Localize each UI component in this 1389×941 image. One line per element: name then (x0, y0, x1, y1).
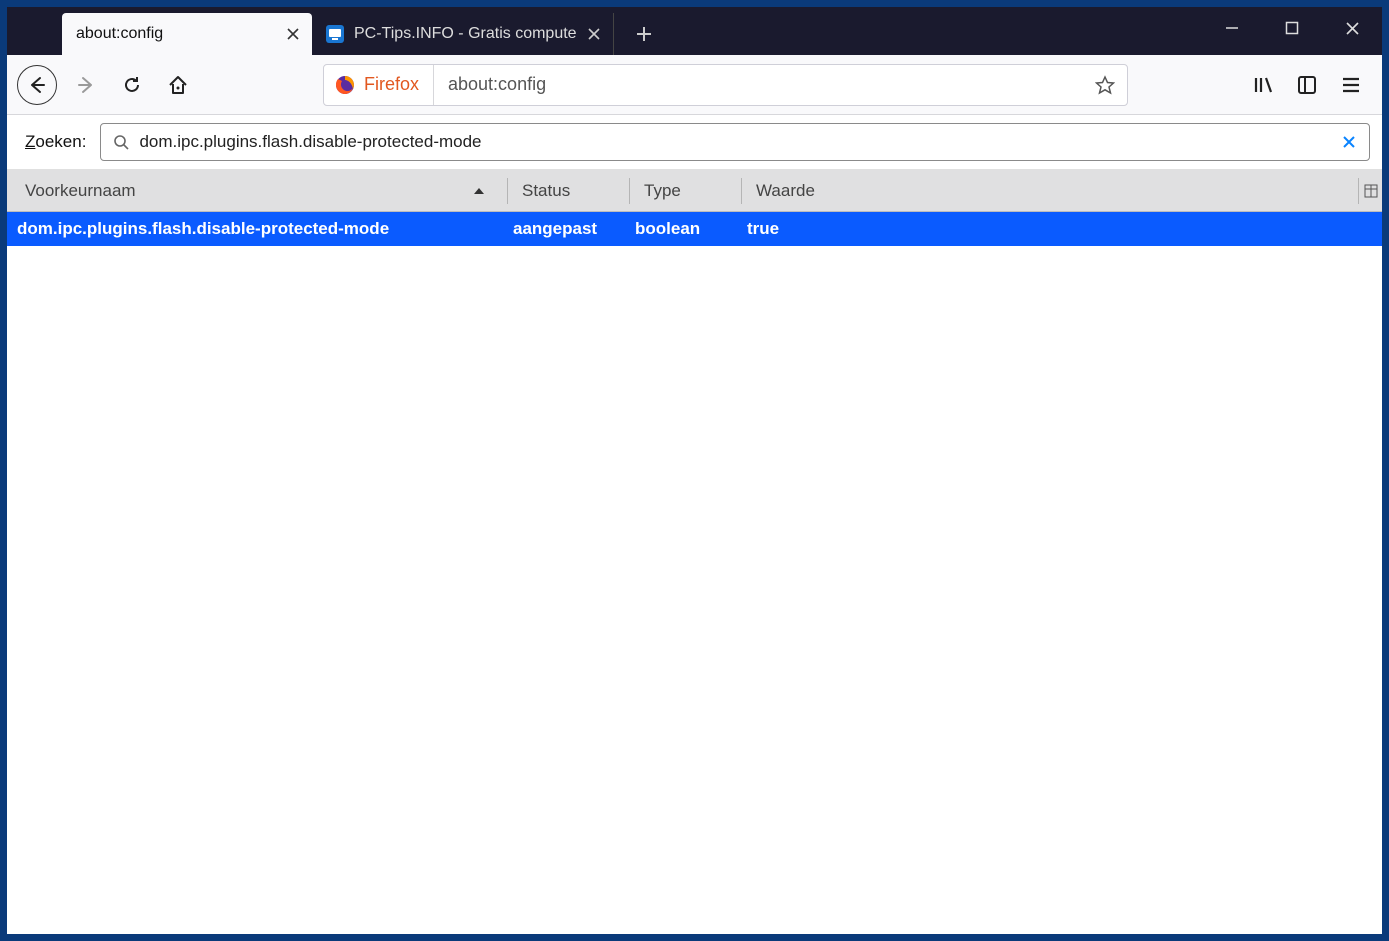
new-tab-button[interactable] (624, 13, 664, 55)
site-favicon-icon (326, 25, 344, 43)
config-search-row: Zoeken: (7, 115, 1382, 170)
toolbar-right (1242, 64, 1372, 106)
window-controls (1202, 7, 1382, 55)
identity-label: Firefox (364, 74, 419, 95)
tab-title: PC-Tips.INFO - Gratis compute (354, 25, 577, 43)
pref-value: true (741, 219, 1382, 239)
clear-search-button[interactable] (1337, 135, 1361, 149)
nav-toolbar: Firefox (7, 55, 1382, 115)
search-label: Zoeken: (25, 132, 86, 152)
sort-ascending-icon (473, 185, 485, 197)
pref-status: aangepast (507, 219, 629, 239)
pref-row[interactable]: dom.ipc.plugins.flash.disable-protected-… (7, 212, 1382, 246)
maximize-button[interactable] (1262, 7, 1322, 49)
pref-name: dom.ipc.plugins.flash.disable-protected-… (7, 219, 507, 239)
close-icon[interactable] (583, 23, 605, 45)
search-box[interactable] (100, 123, 1370, 161)
back-button[interactable] (17, 65, 57, 105)
identity-box[interactable]: Firefox (334, 65, 434, 105)
bookmark-star-button[interactable] (1089, 69, 1121, 101)
reload-button[interactable] (111, 64, 153, 106)
column-header-name[interactable]: Voorkeurnaam (7, 181, 507, 201)
home-button[interactable] (157, 64, 199, 106)
minimize-button[interactable] (1202, 7, 1262, 49)
column-picker-button[interactable] (1358, 178, 1382, 204)
menu-button[interactable] (1330, 64, 1372, 106)
empty-content (7, 246, 1382, 934)
pref-table-header: Voorkeurnaam Status Type Waarde (7, 170, 1382, 212)
library-button[interactable] (1242, 64, 1284, 106)
tab-pctips[interactable]: PC-Tips.INFO - Gratis compute (312, 13, 614, 55)
close-icon[interactable] (282, 23, 304, 45)
sidebar-button[interactable] (1286, 64, 1328, 106)
url-bar[interactable]: Firefox (323, 64, 1128, 106)
column-header-value[interactable]: Waarde (741, 178, 1358, 204)
forward-button[interactable] (65, 64, 107, 106)
column-header-status[interactable]: Status (507, 178, 629, 204)
pref-type: boolean (629, 219, 741, 239)
search-input[interactable] (139, 132, 1337, 152)
url-input[interactable] (434, 65, 1089, 105)
tab-strip: about:config PC-Tips.INFO - Gratis compu… (7, 7, 1382, 55)
column-header-type[interactable]: Type (629, 178, 741, 204)
tab-title: about:config (76, 25, 276, 43)
close-window-button[interactable] (1322, 7, 1382, 49)
firefox-icon (334, 74, 356, 96)
search-icon (113, 134, 129, 150)
browser-window: about:config PC-Tips.INFO - Gratis compu… (6, 6, 1383, 935)
tab-about-config[interactable]: about:config (62, 13, 312, 55)
